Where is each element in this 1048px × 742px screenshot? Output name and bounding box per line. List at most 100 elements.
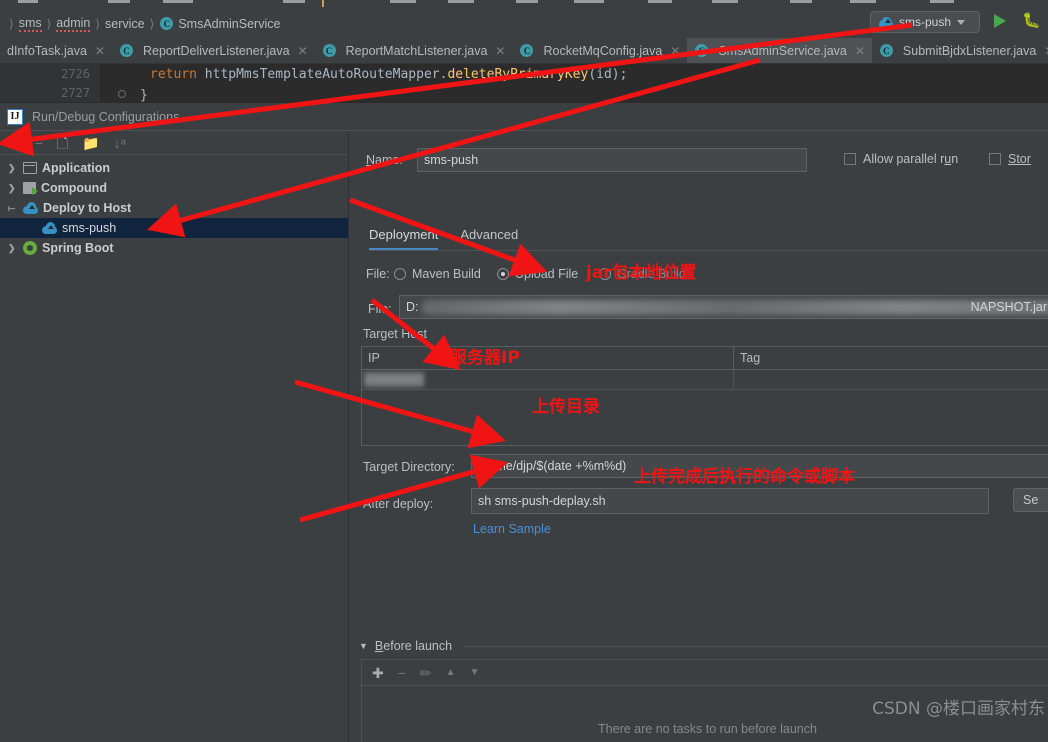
tabs-divider — [369, 250, 1048, 251]
table-header-ip: IP — [362, 347, 734, 369]
remove-icon[interactable]: − — [35, 136, 43, 150]
after-deploy-value: sh sms-push-deplay.sh — [478, 494, 606, 508]
target-directory-label: Target Directory: — [363, 460, 455, 474]
line-number: 2727 — [61, 86, 90, 100]
close-icon[interactable]: ✕ — [495, 44, 505, 58]
chevron-right-icon[interactable]: ❯ — [8, 183, 18, 194]
table-cell-ip[interactable] — [362, 370, 734, 389]
remove-icon[interactable]: − — [398, 666, 406, 680]
maven-build-radio-row[interactable]: Maven Build — [394, 267, 481, 281]
upload-file-radio[interactable] — [497, 268, 509, 280]
tree-item-label: Application — [42, 161, 111, 175]
divider-line — [465, 645, 1048, 647]
allow-parallel-run-row[interactable]: Allow parallel run — [844, 152, 958, 166]
dialog-title: Run/Debug Configurations — [32, 109, 180, 124]
editor-tab-active[interactable]: C SmsAdminService.java ✕ — [687, 38, 872, 63]
close-icon[interactable]: ✕ — [1044, 44, 1048, 58]
add-icon[interactable]: ✚ — [9, 136, 21, 150]
application-icon — [23, 162, 37, 174]
name-input-value: sms-push — [424, 153, 479, 167]
gradle-build-radio[interactable] — [599, 268, 611, 280]
folder-add-icon[interactable]: 📁 — [82, 136, 99, 150]
store-as-project-file-row[interactable]: Stor — [989, 152, 1031, 166]
target-host-label: Target Host — [363, 327, 427, 341]
before-launch-header[interactable]: ▼ Before launch — [359, 639, 1048, 653]
tree-item-label: Deploy to Host — [43, 201, 132, 215]
target-directory-input[interactable]: /home/djp/$(date +%m%d) — [471, 454, 1048, 478]
file-path-suffix: NAPSHOT.jar — [970, 300, 1047, 314]
maven-build-radio[interactable] — [394, 268, 406, 280]
chevron-down-icon[interactable]: ⟝ — [8, 203, 18, 214]
class-icon: C — [879, 44, 893, 57]
close-icon[interactable]: ✕ — [95, 44, 105, 58]
breadcrumb-item-3[interactable]: SmsAdminService — [178, 17, 280, 31]
code-fold-icon[interactable] — [118, 90, 126, 98]
tree-item-compound[interactable]: ❯ Compound — [0, 178, 348, 198]
code-method: deleteByPrimaryKey — [447, 67, 589, 82]
upload-file-radio-row[interactable]: Upload File — [497, 267, 578, 281]
after-deploy-input[interactable]: sh sms-push-deplay.sh — [471, 488, 989, 514]
tab-advanced[interactable]: Advanced — [460, 227, 518, 250]
editor-tab-label: SubmitBjdxListener.java — [902, 43, 1037, 58]
upload-file-label: Upload File — [515, 267, 579, 281]
editor-tab-label: dInfoTask.java — [7, 43, 87, 58]
breadcrumb-item-0[interactable]: sms — [18, 16, 42, 32]
debug-button[interactable]: 🐛 — [1022, 13, 1041, 29]
file-label: File: — [368, 302, 392, 316]
breadcrumb-sep: ⟩ — [95, 16, 101, 31]
run-button[interactable] — [994, 14, 1006, 28]
allow-parallel-run-checkbox[interactable] — [844, 153, 856, 165]
editor-tab[interactable]: C SubmitBjdxListener.java ✕ — [872, 38, 1048, 63]
name-label-rest: ame: — [375, 153, 403, 167]
close-icon[interactable]: ✕ — [298, 44, 308, 58]
table-row[interactable] — [362, 370, 1048, 390]
editor-tab[interactable]: dInfoTask.java ✕ — [0, 38, 112, 63]
store-as-project-file-checkbox[interactable] — [989, 153, 1001, 165]
tree-item-spring-boot[interactable]: ❯ Spring Boot — [0, 238, 348, 258]
breadcrumb-item-1[interactable]: admin — [56, 16, 91, 32]
select-button[interactable]: Se — [1013, 488, 1048, 512]
editor-tab[interactable]: C RocketMqConfig.java ✕ — [512, 38, 687, 63]
chevron-right-icon[interactable]: ❯ — [8, 243, 18, 254]
allow-parallel-run-label: Allow parallel run — [863, 152, 959, 166]
file-path-input[interactable]: D: NAPSHOT.jar — [399, 295, 1048, 319]
chevron-down-icon — [957, 19, 966, 25]
tab-deployment[interactable]: Deployment — [369, 227, 439, 250]
cloud-icon — [42, 222, 57, 234]
intellij-logo-icon: IJ — [7, 108, 23, 125]
tree-item-application[interactable]: ❯ Application — [0, 158, 348, 178]
editor-tab-label: RocketMqConfig.java — [543, 43, 663, 58]
tree-item-label: sms-push — [62, 221, 117, 235]
add-icon[interactable]: ✚ — [372, 666, 384, 680]
code-editor[interactable]: 2726 2727 } return httpMmsTemplateAutoRo… — [0, 64, 1048, 102]
class-icon: C — [119, 44, 133, 57]
editor-tab[interactable]: C ReportMatchListener.java ✕ — [315, 38, 513, 63]
ide-window: ⟩ sms ⟩ admin ⟩ service ⟩ C SmsAdminServ… — [0, 0, 1048, 742]
move-up-icon[interactable]: ▲ — [446, 666, 456, 680]
target-host-table[interactable]: IP Tag — [361, 346, 1048, 446]
breadcrumb-item-2[interactable]: service — [105, 17, 145, 31]
tree-item-deploy-to-host[interactable]: ⟝ Deploy to Host — [0, 198, 348, 218]
name-input[interactable]: sms-push — [417, 148, 807, 172]
close-icon[interactable]: ✕ — [855, 44, 865, 58]
class-icon: C — [160, 17, 174, 30]
learn-sample-link[interactable]: Learn Sample — [473, 522, 551, 536]
chevron-down-icon[interactable]: ▼ — [359, 641, 368, 651]
before-launch-task-list[interactable]: There are no tasks to run before launch … — [361, 685, 1048, 742]
edit-icon[interactable]: ✏ — [420, 666, 432, 680]
tree-item-label: Spring Boot — [42, 241, 114, 255]
sort-icon[interactable]: ↓ᵃ — [114, 136, 126, 150]
copy-icon[interactable]: 🗋 — [57, 136, 68, 150]
gradle-build-radio-row[interactable]: Gradle Build — [599, 267, 686, 281]
compound-icon — [23, 182, 38, 195]
editor-tab[interactable]: C ReportDeliverListener.java ✕ — [112, 38, 315, 63]
run-configuration-selector[interactable]: sms-push — [870, 11, 980, 33]
class-icon: C — [322, 44, 336, 57]
close-icon[interactable]: ✕ — [670, 44, 680, 58]
move-down-icon[interactable]: ▼ — [470, 666, 480, 680]
store-as-project-file-label: Stor — [1008, 152, 1031, 166]
dialog-title-bar: IJ Run/Debug Configurations — [0, 103, 1048, 130]
tree-item-sms-push[interactable]: sms-push — [0, 218, 348, 238]
name-label: Name: — [366, 153, 403, 167]
chevron-right-icon[interactable]: ❯ — [8, 163, 18, 174]
